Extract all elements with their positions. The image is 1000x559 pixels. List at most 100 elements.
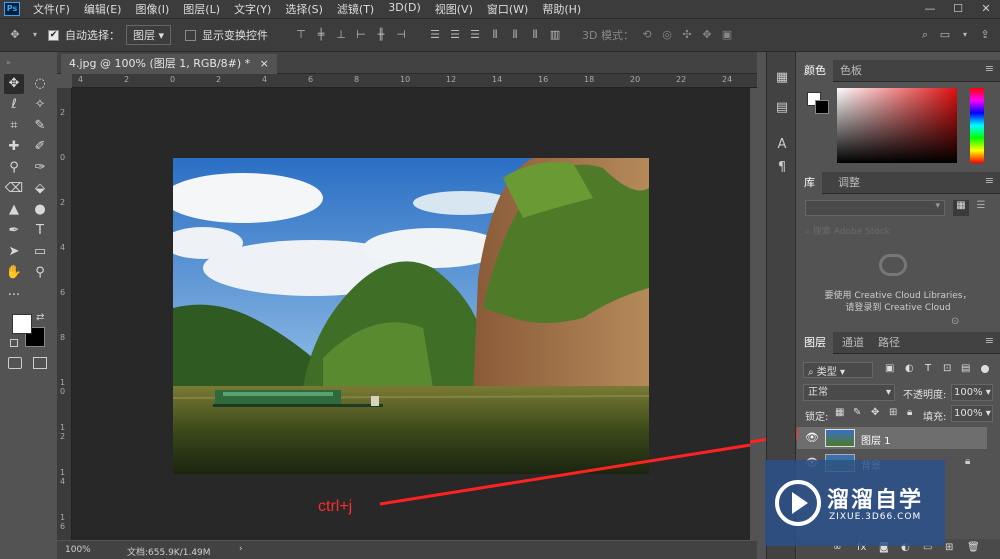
align-top-icon[interactable]: ⊤ [294,28,308,42]
tab-color[interactable]: 颜色 [797,60,833,82]
fill-field[interactable]: 100% ▾ [951,405,993,422]
hand-tool-icon[interactable]: ✋ [4,263,24,283]
3d-roll-icon[interactable]: ◎ [660,28,674,42]
panel-menu-icon[interactable]: ≡ [985,334,994,347]
3d-slide-icon[interactable]: ✥ [700,28,714,42]
eyedropper-tool-icon[interactable]: ✎ [30,116,50,136]
magic-wand-tool-icon[interactable]: ✧ [30,95,50,115]
swap-colors-icon[interactable]: ⇄ [36,312,44,323]
close-tab-icon[interactable]: × [260,57,269,70]
distribute-right-icon[interactable]: ⦀ [528,28,542,42]
distribute-top-icon[interactable]: ☰ [428,28,442,42]
eye-icon[interactable]: 👁︎ [805,431,819,444]
align-vcenter-icon[interactable]: ╪ [314,28,328,42]
stock-search[interactable]: ⌕ 搜索 Adobe Stock [805,224,991,240]
path-selection-tool-icon[interactable]: ➤ [4,242,24,262]
history-brush-tool-icon[interactable]: ✑ [30,158,50,178]
collapse-icon[interactable]: » [6,58,11,67]
lock-transparent-icon[interactable]: ▦ [835,407,844,418]
tab-layers[interactable]: 图层 [797,332,833,354]
menu-item[interactable]: 视图(V) [428,1,480,17]
lock-pixels-icon[interactable]: ✎ [853,407,861,418]
blend-mode-dropdown[interactable]: 正常 ▾ [803,384,895,401]
lock-artboard-icon[interactable]: ⊞ [889,407,897,418]
menu-item[interactable]: 图层(L) [176,1,227,17]
chevron-down-icon[interactable]: ▾ [28,28,42,42]
maximize-button[interactable]: ☐ [944,0,972,18]
distribute-vcenter-icon[interactable]: ☰ [448,28,462,42]
pen-tool-icon[interactable]: ✒ [4,221,24,241]
hue-slider[interactable] [970,88,984,163]
filter-toggle-icon[interactable] [981,365,989,373]
list-view-icon[interactable]: ☰ [973,200,989,216]
auto-align-icon[interactable]: ▥ [548,28,562,42]
menu-item[interactable]: 3D(D) [381,1,428,17]
tab-swatches[interactable]: 色板 [833,60,869,82]
layer-filter-dropdown[interactable]: ⌕ 类型 ▾ [803,362,873,378]
tab-channels[interactable]: 通道 [835,332,871,354]
align-hcenter-icon[interactable]: ╫ [374,28,388,42]
menu-item[interactable]: 帮助(H) [535,1,588,17]
grid-view-icon[interactable]: ▦ [953,200,969,216]
lock-all-icon[interactable]: 🔒︎ [907,407,912,418]
menu-item[interactable]: 文字(Y) [227,1,278,17]
3d-pan-icon[interactable]: ✣ [680,28,694,42]
menu-item[interactable]: 文件(F) [26,1,77,17]
dodge-tool-icon[interactable]: ● [30,200,50,220]
lasso-tool-icon[interactable]: ℓ [4,95,24,115]
filter-smart-icon[interactable]: ▤ [961,363,970,374]
chevron-down-icon[interactable]: ▾ [958,28,972,42]
zoom-level[interactable]: 100% [65,545,91,555]
align-bottom-icon[interactable]: ⊥ [334,28,348,42]
move-tool-icon[interactable]: ✥ [8,28,22,42]
screen-mode-icon[interactable] [33,357,47,369]
zoom-tool-icon[interactable]: ⚲ [30,263,50,283]
rectangle-tool-icon[interactable]: ▭ [30,242,50,262]
filter-pixel-icon[interactable]: ▣ [885,363,894,374]
properties-icon[interactable]: ▤ [774,100,790,116]
show-transform-checkbox[interactable] [185,29,197,41]
distribute-hcenter-icon[interactable]: ⦀ [508,28,522,42]
foreground-color-swatch[interactable] [12,314,32,334]
canvas-area[interactable]: ctrl+j [72,88,750,540]
move-tool-icon[interactable]: ✥ [4,74,24,94]
align-right-icon[interactable]: ⊣ [394,28,408,42]
filter-shape-icon[interactable]: ⊡ [943,363,951,374]
color-field[interactable] [837,88,957,163]
tab-libraries[interactable]: 库 [797,172,822,194]
opacity-field[interactable]: 100% ▾ [951,384,993,401]
more-tools-icon[interactable]: ··· [4,286,24,306]
paint-bucket-tool-icon[interactable]: ⬙ [30,179,50,199]
delete-layer-icon[interactable]: 🗑︎ [967,542,980,553]
search-icon[interactable]: ⌕ [918,28,932,42]
healing-brush-tool-icon[interactable]: ✚ [4,137,24,157]
menu-item[interactable]: 编辑(E) [77,1,129,17]
background-color-chip[interactable] [815,100,829,114]
filter-type-icon[interactable]: T [925,363,931,374]
character-icon[interactable]: A [774,137,790,153]
brush-tool-icon[interactable]: ✐ [30,137,50,157]
layer-row-selected[interactable]: 👁︎ 图层 1 [797,427,987,449]
menu-item[interactable]: 滤镜(T) [330,1,381,17]
lock-position-icon[interactable]: ✥ [871,407,879,418]
default-colors-icon[interactable] [10,339,18,347]
minimize-button[interactable]: — [916,0,944,18]
new-layer-icon[interactable]: ⊞ [945,542,953,553]
auto-select-checkbox[interactable]: ✔ [48,29,59,41]
blur-tool-icon[interactable]: ▲ [4,200,24,220]
distribute-bottom-icon[interactable]: ☰ [468,28,482,42]
type-tool-icon[interactable]: T [30,221,50,241]
panel-menu-icon[interactable]: ≡ [985,62,994,75]
3d-rotate-icon[interactable]: ⟲ [640,28,654,42]
menu-item[interactable]: 图像(I) [128,1,176,17]
document-tab[interactable]: 4.jpg @ 100% (图层 1, RGB/8#) * × [61,54,277,74]
filter-adjust-icon[interactable]: ◐ [905,363,914,374]
tab-adjustments[interactable]: 调整 [831,172,867,194]
eraser-tool-icon[interactable]: ⌫ [4,179,24,199]
crop-tool-icon[interactable]: ⌗ [4,116,24,136]
menu-item[interactable]: 窗口(W) [480,1,535,17]
share-icon[interactable]: ⇪ [978,28,992,42]
status-arrow-icon[interactable]: › [239,544,243,554]
3d-scale-icon[interactable]: ▣ [720,28,734,42]
auto-select-dropdown[interactable]: 图层 ▾ [126,25,172,45]
